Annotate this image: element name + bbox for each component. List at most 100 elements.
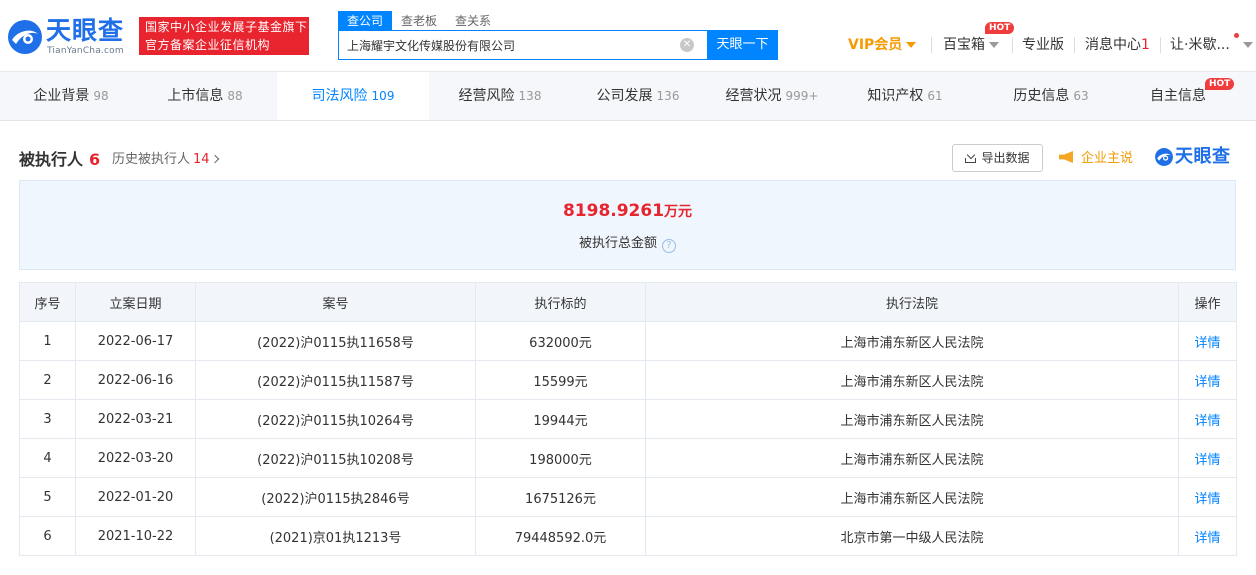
total-amount: 8198.9261万元 <box>20 201 1235 221</box>
tab-business-risk[interactable]: 经营风险 138 <box>440 72 560 120</box>
history-label: 历史被执行人 <box>112 152 191 167</box>
tab-count: 999+ <box>785 89 819 103</box>
cell-court: 北京市第一中级人民法院 <box>645 516 1179 556</box>
top-header: 天眼查 TianYanCha.com 国家中小企业发展子基金旗下 官方备案企业征… <box>0 0 1256 72</box>
toolbox-menu[interactable]: 百宝箱 <box>943 36 999 54</box>
divider <box>1012 37 1013 53</box>
logo-text: 天眼查 <box>46 16 125 45</box>
history-count: 14 <box>193 152 210 167</box>
col-header-action: 操作 <box>1178 282 1237 322</box>
cell-court: 上海市浦东新区人民法院 <box>645 438 1179 478</box>
cell-index: 5 <box>19 477 76 517</box>
details-link[interactable]: 详情 <box>1178 477 1237 517</box>
vip-menu[interactable]: VIP会员 <box>848 36 917 54</box>
judgment-debtor-table: 序号 立案日期 案号 执行标的 执行法院 操作 1 2022-06-17 (20… <box>19 282 1237 556</box>
dimension-tabs: 企业背景 98 上市信息 88 司法风险 109 经营风险 138 公司发展 136 经营… <box>0 72 1256 121</box>
logo-subtitle: TianYanCha.com <box>47 46 124 56</box>
brand-watermark: 天眼查 <box>1154 144 1238 170</box>
divider <box>1160 37 1161 53</box>
cell-case-number: (2022)沪0115执10264号 <box>195 399 476 439</box>
tab-count: 109 <box>371 89 395 103</box>
cell-execution-amount: 198000元 <box>475 438 646 478</box>
details-link[interactable]: 详情 <box>1178 399 1237 439</box>
judgment-debtor-panel: 被执行人 6 历史被执行人 14 导出数据 企业主说 天眼查 8198.9261万元… <box>0 121 1256 575</box>
tab-label: 经营状况 <box>725 88 782 104</box>
chevron-down-icon[interactable] <box>1243 42 1253 48</box>
search-button[interactable]: 天眼一下 <box>707 30 778 60</box>
col-header-court: 执行法院 <box>645 282 1179 322</box>
section-title: 被执行人 6 <box>19 146 100 170</box>
tab-label: 上市信息 <box>167 88 224 104</box>
tab-count: 63 <box>1073 89 1089 103</box>
cell-execution-amount: 1675126元 <box>475 477 646 517</box>
message-center-link[interactable]: 消息中心1 <box>1085 36 1150 54</box>
brand-text: 天眼查 <box>1175 146 1231 167</box>
history-debtor-link[interactable]: 历史被执行人 14 <box>112 148 219 167</box>
tab-label: 历史信息 <box>1013 88 1070 104</box>
pro-version-link[interactable]: 专业版 <box>1022 36 1064 54</box>
toolbox-label: 百宝箱 <box>943 37 985 53</box>
tab-business-status[interactable]: 经营状况 999+ <box>712 72 832 120</box>
cell-court: 上海市浦东新区人民法院 <box>645 477 1179 517</box>
chevron-right-icon <box>210 154 219 164</box>
tab-company-development[interactable]: 公司发展 136 <box>578 72 698 120</box>
table-row: 2 2022-06-16 (2022)沪0115执11587号 15599元 上… <box>19 360 1237 400</box>
col-header-execution-amount: 执行标的 <box>475 282 646 322</box>
cell-filing-date: 2022-06-16 <box>75 360 196 400</box>
cell-case-number: (2022)沪0115执10208号 <box>195 438 476 478</box>
cell-court: 上海市浦东新区人民法院 <box>645 399 1179 439</box>
total-amount-value: 8198.9261 <box>562 201 665 221</box>
table-row: 6 2021-10-22 (2021)京01执1213号 79448592.0元… <box>19 516 1237 556</box>
cell-execution-amount: 79448592.0元 <box>475 516 646 556</box>
cell-case-number: (2022)沪0115执11658号 <box>195 321 476 361</box>
cell-case-number: (2022)沪0115执11587号 <box>195 360 476 400</box>
cell-execution-amount: 15599元 <box>475 360 646 400</box>
logo-mark-icon <box>1155 148 1173 166</box>
cell-index: 3 <box>19 399 76 439</box>
details-link[interactable]: 详情 <box>1178 321 1237 361</box>
export-data-button[interactable]: 导出数据 <box>952 144 1043 172</box>
cell-filing-date: 2022-01-20 <box>75 477 196 517</box>
tab-label: 公司发展 <box>596 88 653 104</box>
cell-index: 2 <box>19 360 76 400</box>
clear-icon[interactable]: ✕ <box>680 38 694 52</box>
details-link[interactable]: 详情 <box>1178 516 1237 556</box>
tab-count: 136 <box>656 89 680 103</box>
company-speaks-link[interactable]: 企业主说 <box>1059 147 1133 166</box>
total-amount-label-row: 被执行总金额? <box>20 232 1235 253</box>
tab-history-info[interactable]: 历史信息 63 <box>996 72 1106 120</box>
hot-badge: HOT <box>1205 78 1235 90</box>
table-row: 4 2022-03-20 (2022)沪0115执10208号 198000元 … <box>19 438 1237 478</box>
cell-index: 1 <box>19 321 76 361</box>
speak-label: 企业主说 <box>1081 151 1134 166</box>
table-row: 5 2022-01-20 (2022)沪0115执2846号 1675126元 … <box>19 477 1237 517</box>
slogan-line-1: 国家中小企业发展子基金旗下 <box>145 20 308 34</box>
tab-company-background[interactable]: 企业背景 98 <box>16 72 126 120</box>
search-tab-company[interactable]: 查公司 <box>338 11 393 31</box>
tab-intellectual-property[interactable]: 知识产权 61 <box>850 72 960 120</box>
search-input[interactable] <box>347 31 667 59</box>
tab-count: 61 <box>927 89 943 103</box>
user-menu[interactable]: 让·米歇... <box>1170 36 1230 54</box>
tab-label: 自主信息 <box>1150 88 1206 104</box>
chevron-down-icon <box>989 42 999 48</box>
col-header-index: 序号 <box>19 282 76 322</box>
total-amount-label: 被执行总金额 <box>578 236 657 251</box>
tianyancha-logo[interactable]: 天眼查 TianYanCha.com <box>6 16 130 58</box>
table-row: 1 2022-06-17 (2022)沪0115执11658号 632000元 … <box>19 321 1237 361</box>
tab-count: 88 <box>227 89 243 103</box>
vip-label: VIP会员 <box>848 37 903 53</box>
slogan-line-2: 官方备案企业征信机构 <box>145 38 271 52</box>
cell-index: 6 <box>19 516 76 556</box>
table-row: 3 2022-03-21 (2022)沪0115执10264号 19944元 上… <box>19 399 1237 439</box>
cell-filing-date: 2022-06-17 <box>75 321 196 361</box>
details-link[interactable]: 详情 <box>1178 360 1237 400</box>
tab-listing-info[interactable]: 上市信息 88 <box>150 72 260 120</box>
details-link[interactable]: 详情 <box>1178 438 1237 478</box>
help-icon[interactable]: ? <box>662 239 676 253</box>
search-tab-boss[interactable]: 查老板 <box>392 11 446 31</box>
cell-filing-date: 2021-10-22 <box>75 516 196 556</box>
search-tab-relation[interactable]: 查关系 <box>446 11 500 31</box>
tab-judicial-risk[interactable]: 司法风险 109 <box>277 72 429 120</box>
tab-label: 企业背景 <box>33 88 90 104</box>
